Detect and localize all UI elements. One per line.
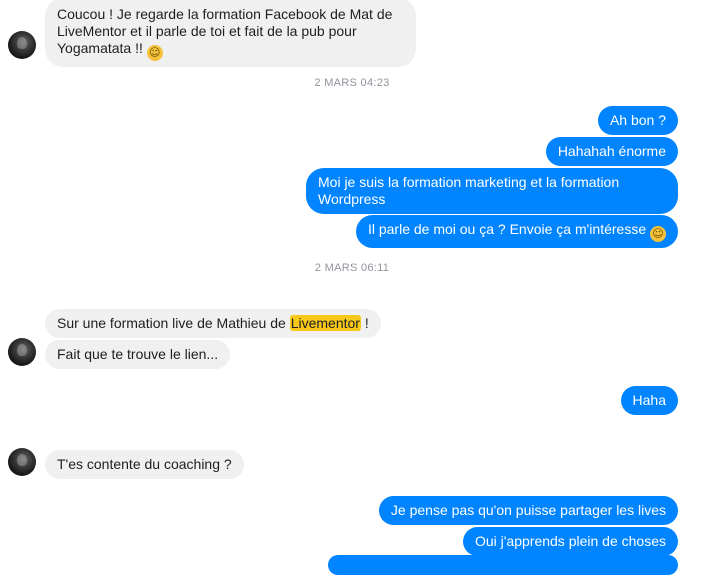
incoming-message: Coucou ! Je regarde la formation Faceboo… xyxy=(45,0,416,67)
outgoing-message: Hahahah énorme xyxy=(545,137,678,166)
outgoing-message: Haha xyxy=(620,386,678,415)
contact-avatar[interactable] xyxy=(8,338,36,366)
outgoing-message: Il parle de moi ou ça ? Envoie ça m'inté… xyxy=(355,215,678,248)
timestamp: 2 MARS 06:11 xyxy=(314,262,390,274)
incoming-message: Sur une formation live de Mathieu de Liv… xyxy=(45,309,381,338)
message-line: Yogamatata !! ☺ xyxy=(57,40,404,61)
outgoing-message: Je pense pas qu'on puisse partager les l… xyxy=(378,496,678,525)
contact-avatar[interactable] xyxy=(8,448,36,476)
incoming-message: Fait que te trouve le lien... xyxy=(45,340,231,369)
outgoing-message: Moi je suis la formation marketing et la… xyxy=(306,168,678,214)
incoming-message: T'es contente du coaching ? xyxy=(45,450,244,479)
highlighted-word[interactable]: Livementor xyxy=(289,315,361,331)
message-line: Wordpress xyxy=(318,191,386,207)
grinning-sweat-face-icon: ☺ xyxy=(146,45,163,61)
message-line: Coucou ! Je regarde la formation Faceboo… xyxy=(57,6,393,22)
message-line: Moi je suis la formation marketing et la… xyxy=(318,174,620,190)
outgoing-message: Ah bon ? xyxy=(597,106,678,135)
message-line: LiveMentor et il parle de toi et fait de… xyxy=(57,23,357,39)
outgoing-message-partial xyxy=(328,555,678,575)
contact-avatar[interactable] xyxy=(8,31,36,59)
outgoing-message: Oui j'apprends plein de choses xyxy=(462,527,678,556)
smiling-face-icon: ☺ xyxy=(650,226,666,242)
timestamp: 2 MARS 04:23 xyxy=(314,77,390,89)
